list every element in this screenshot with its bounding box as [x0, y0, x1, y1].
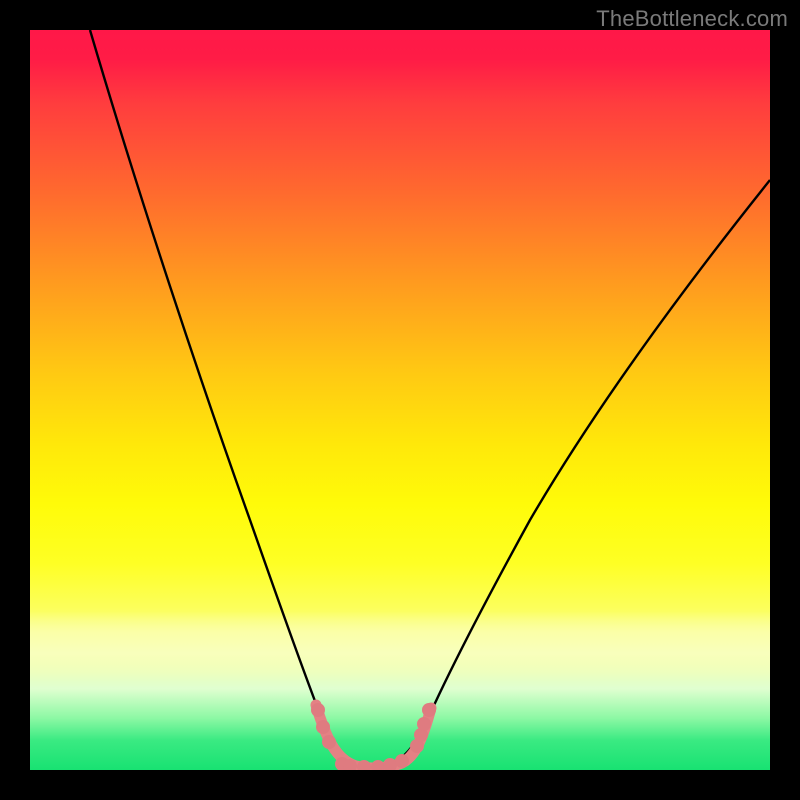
curve-layer [30, 30, 770, 770]
watermark-label: TheBottleneck.com [596, 6, 788, 32]
plot-area [30, 30, 770, 770]
chart-frame: TheBottleneck.com [0, 0, 800, 800]
trough-dots [311, 703, 436, 770]
left-curve [90, 30, 375, 767]
right-curve [375, 180, 770, 767]
